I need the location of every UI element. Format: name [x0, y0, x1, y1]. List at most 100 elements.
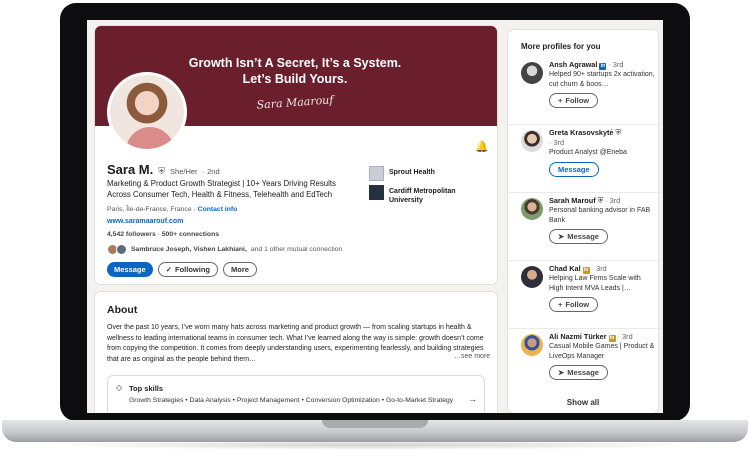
name-row: Sara M. ⛨ She/Her · 2nd — [107, 162, 220, 177]
verified-shield-icon: ⛨ — [597, 196, 604, 205]
more-profiles-sidebar: More profiles for you Ansh Agrawal in · … — [508, 30, 658, 413]
follow-button[interactable]: + Follow — [549, 297, 599, 313]
follow-button[interactable]: + Follow — [549, 93, 599, 109]
verified-shield-icon: ⛨ — [615, 128, 622, 137]
location: Paris, Île-de-France, France · — [107, 206, 196, 213]
location-row: Paris, Île-de-France, France · Contact i… — [107, 206, 237, 213]
divider — [508, 192, 658, 193]
cardiff-met-logo — [369, 185, 384, 200]
mutual-connections[interactable]: Sambruce Joseph, Vishen Lakhiani, and 1 … — [107, 244, 342, 255]
profile-avatar[interactable] — [107, 72, 187, 152]
person-degree: · 3rd — [605, 196, 621, 205]
message-button[interactable]: ➤ Message — [549, 365, 608, 381]
mutual-avatar — [116, 244, 127, 255]
suggestion-info: Sarah Marouf ⛨ · 3rd Personal banking ad… — [549, 196, 657, 245]
message-button-label: Message — [567, 368, 599, 378]
banner-headline-2: Let’s Build Yours. — [242, 72, 348, 86]
see-more-link[interactable]: …see more — [451, 353, 491, 360]
pronouns: She/Her — [170, 167, 198, 176]
more-button-label: More — [230, 265, 249, 274]
message-button-label: Message — [114, 265, 146, 274]
divider — [508, 124, 658, 125]
suggestion-info: Ali Nazmi Türker in · 3rd Casual Mobile … — [549, 332, 657, 381]
about-card: About Over the past 10 years, I’ve worn … — [95, 292, 497, 413]
show-all-button[interactable]: Show all — [508, 398, 658, 407]
send-icon: ➤ — [558, 232, 565, 242]
connections-count[interactable]: 500+ connections — [162, 231, 219, 238]
avatar[interactable] — [521, 266, 543, 288]
divider — [508, 260, 658, 261]
top-skills-box[interactable]: ◇ Top skills Growth Strategies • Data An… — [107, 375, 485, 413]
laptop-notch — [322, 420, 428, 428]
experience-education: Sprout Health Cardiff Metropolitan Unive… — [369, 166, 489, 209]
avatar[interactable] — [521, 198, 543, 220]
suggestion-info: Greta Krasovskytė ⛨ · 3rd Product Analys… — [549, 128, 657, 177]
arrow-right-icon[interactable]: → — [468, 394, 477, 404]
message-button[interactable]: ➤ Message — [549, 229, 608, 245]
banner-signature: Sara Maarouf — [256, 93, 334, 112]
person-headline: Personal banking advisor in FAB Bank — [549, 207, 651, 224]
suggestion-info: Chad Kal in · 3rd Helping Law Firms Scal… — [549, 264, 657, 313]
person-degree: · 3rd — [591, 264, 607, 273]
message-button-label: Message — [558, 164, 590, 174]
person-headline: Helped 90+ startups 2x activation, cut c… — [549, 71, 655, 88]
follow-button-label: Follow — [565, 96, 590, 106]
screen: Growth Isn’t A Secret, It’s a System. Le… — [87, 20, 663, 413]
org-current-company[interactable]: Sprout Health — [369, 166, 489, 181]
person-name[interactable]: Ali Nazmi Türker — [549, 332, 607, 341]
message-button[interactable]: Message — [549, 161, 599, 177]
linkedin-premium-icon: in — [608, 335, 616, 342]
profile-headline: Marketing & Product Growth Strategist | … — [107, 179, 336, 199]
top-skills-title: Top skills — [129, 384, 164, 393]
person-headline: Casual Mobile Games | Product & LiveOps … — [549, 343, 655, 360]
avatar[interactable] — [521, 130, 543, 152]
bell-icon[interactable]: 🔔 — [475, 140, 489, 153]
about-text: Over the past 10 years, I’ve worn many h… — [107, 324, 484, 363]
avatar[interactable] — [521, 334, 543, 356]
avatar[interactable] — [521, 62, 543, 84]
diamond-icon: ◇ — [116, 383, 123, 392]
message-button-label: Message — [567, 232, 599, 242]
divider — [508, 328, 658, 329]
linkedin-premium-icon: in — [599, 63, 607, 70]
mutual-names: Sambruce Joseph, Vishen Lakhiani, — [131, 246, 247, 253]
profile-actions: Message ✓ Following More — [107, 262, 257, 277]
followers-count[interactable]: 4,542 followers — [107, 231, 156, 238]
linkedin-premium-icon: in — [582, 267, 590, 274]
plus-icon: + — [558, 96, 563, 106]
about-title: About — [107, 304, 138, 316]
sidebar-title: More profiles for you — [521, 42, 601, 51]
org-education[interactable]: Cardiff Metropolitan University — [369, 185, 489, 205]
plus-icon: + — [558, 300, 563, 310]
org-name: Cardiff Metropolitan University — [389, 188, 456, 204]
suggestion-info: Ansh Agrawal in · 3rd Helped 90+ startup… — [549, 60, 657, 109]
person-degree: · 3rd — [617, 332, 633, 341]
check-icon: ✓ — [165, 265, 172, 274]
avatar-body — [126, 127, 174, 149]
person-degree: · 3rd — [549, 138, 565, 147]
person-name[interactable]: Sarah Marouf — [549, 196, 596, 205]
person-headline: Product Analyst @Eneba — [549, 149, 627, 156]
connection-degree: · 2nd — [202, 167, 220, 176]
top-skills-list: Growth Strategies • Data Analysis • Proj… — [129, 397, 454, 404]
person-name[interactable]: Ansh Agrawal — [549, 60, 597, 69]
network-stats: 4,542 followers · 500+ connections — [107, 231, 219, 238]
person-name[interactable]: Chad Kal — [549, 264, 581, 273]
person-degree: · 3rd — [608, 60, 624, 69]
org-name: Sprout Health — [389, 169, 435, 176]
profile-name: Sara M. — [107, 162, 154, 177]
profile-card: Growth Isn’t A Secret, It’s a System. Le… — [95, 26, 497, 284]
send-icon: ➤ — [558, 368, 565, 378]
following-button-label: Following — [174, 265, 210, 274]
message-button[interactable]: Message — [107, 262, 153, 277]
follow-button-label: Follow — [565, 300, 590, 310]
person-name[interactable]: Greta Krasovskytė — [549, 128, 614, 137]
website-link[interactable]: www.saramaarouf.com — [107, 218, 183, 225]
verified-shield-icon: ⛨ — [158, 166, 166, 176]
contact-info-link[interactable]: Contact info — [198, 206, 238, 213]
banner-headline-1: Growth Isn’t A Secret, It’s a System. — [188, 56, 402, 70]
following-button[interactable]: ✓ Following — [157, 262, 218, 277]
more-button[interactable]: More — [222, 262, 257, 277]
person-headline: Helping Law Firms Scale with High Intent… — [549, 275, 641, 292]
mutual-rest: and 1 other mutual connection — [250, 246, 343, 253]
